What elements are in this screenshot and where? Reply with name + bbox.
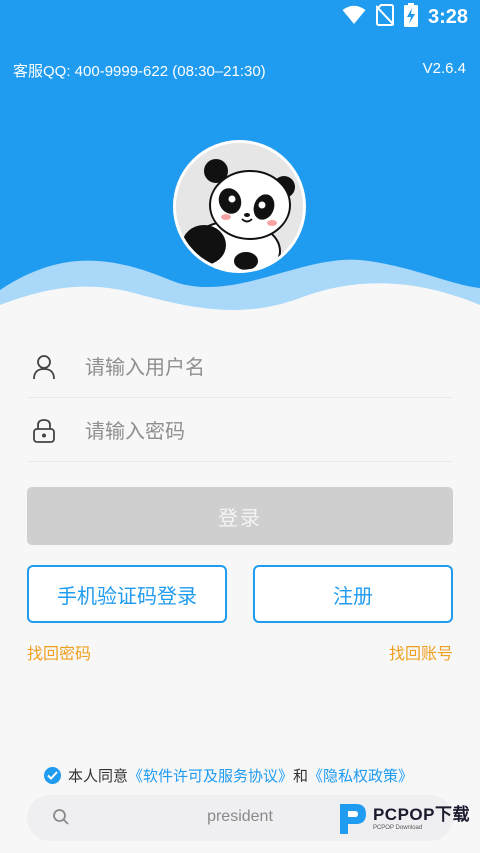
- password-field[interactable]: [27, 400, 453, 462]
- check-icon: [47, 771, 58, 780]
- app-version: V2.6.4: [422, 60, 466, 77]
- agreement-checkbox[interactable]: [44, 767, 61, 784]
- privacy-policy-link[interactable]: 《隐私权政策》: [308, 765, 413, 786]
- username-input[interactable]: [85, 354, 425, 379]
- register-button[interactable]: 注册: [253, 565, 453, 623]
- battery-charging-icon: [403, 3, 418, 31]
- agreement-prefix: 本人同意: [68, 767, 129, 785]
- status-time: 3:28: [427, 5, 468, 28]
- status-icons: 3:28: [342, 3, 468, 31]
- pcpop-logo-icon: [339, 804, 366, 834]
- password-input[interactable]: [85, 418, 425, 443]
- status-bar: 3:28: [0, 0, 480, 34]
- terms-link[interactable]: 《软件许可及服务协议》: [128, 765, 293, 786]
- wifi-icon: [342, 5, 366, 29]
- forgot-password-link[interactable]: 找回密码: [27, 640, 91, 664]
- watermark-text: PCPOP下载 PCPOP Download: [373, 806, 470, 831]
- agreement-row: 本人同意 《软件许可及服务协议》 和 《隐私权政策》: [44, 765, 413, 786]
- no-sim-icon: [375, 4, 395, 30]
- watermark-brand: PCPOP下载: [372, 804, 470, 824]
- panda-avatar: [173, 140, 306, 273]
- pcpop-watermark: PCPOP下载 PCPOP Download: [336, 800, 470, 836]
- login-button[interactable]: 登录: [27, 487, 453, 545]
- user-icon: [29, 352, 59, 382]
- customer-service-line: 客服QQ: 400-9999-622 (08:30–21:30): [13, 63, 266, 80]
- sms-login-button[interactable]: 手机验证码登录: [27, 565, 227, 623]
- watermark-sub: PCPOP Download: [372, 824, 423, 831]
- lock-icon: [29, 416, 59, 446]
- panda-illustration: [176, 143, 303, 270]
- username-field[interactable]: [27, 336, 453, 398]
- agreement-joiner: 和: [293, 767, 309, 785]
- forgot-account-link[interactable]: 找回账号: [389, 640, 453, 664]
